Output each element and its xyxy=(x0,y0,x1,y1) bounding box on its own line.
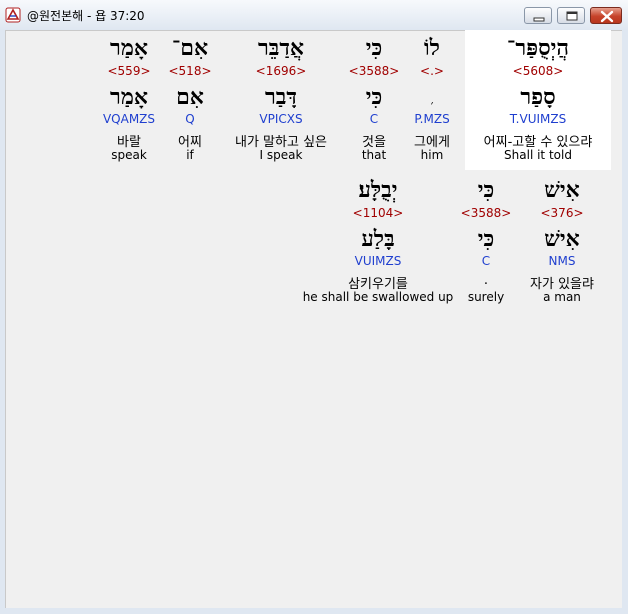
hebrew-word[interactable]: כִּי xyxy=(478,177,495,203)
hebrew-lemma: ׳ xyxy=(430,98,434,111)
hebrew-lemma: אִישׁ xyxy=(544,226,580,252)
close-button[interactable] xyxy=(590,7,622,24)
morphology-code[interactable]: Q xyxy=(185,112,194,126)
english-gloss: speak xyxy=(111,148,147,162)
hebrew-word[interactable]: אִישׁ xyxy=(544,177,579,203)
close-icon xyxy=(600,10,614,23)
app-icon[interactable] xyxy=(5,7,21,23)
title-bar: @원전본해 - 욥 37:20 xyxy=(0,0,628,31)
english-gloss: surely xyxy=(467,290,505,304)
hebrew-lemma: אִם xyxy=(176,84,204,110)
window-frame-right xyxy=(622,30,628,614)
morphology-code[interactable]: C xyxy=(370,112,378,126)
morphology-code[interactable]: NMS xyxy=(549,254,576,268)
maximize-button[interactable] xyxy=(557,7,585,24)
minimize-icon xyxy=(533,17,545,22)
english-gloss: him xyxy=(420,148,444,162)
hebrew-lemma: אָמַר xyxy=(110,84,148,110)
maximize-icon xyxy=(566,11,578,21)
hebrew-word[interactable]: אִם־ xyxy=(172,35,208,61)
morphology-code[interactable]: P.MZS xyxy=(414,112,449,126)
strong-number[interactable]: <518> xyxy=(168,64,211,78)
english-gloss: a man xyxy=(543,290,581,304)
strong-number[interactable]: <1696> xyxy=(256,64,307,78)
english-gloss: that xyxy=(361,148,387,162)
english-gloss: he shall be swallowed up xyxy=(302,290,454,304)
strong-number[interactable]: <5608> xyxy=(513,64,564,78)
strong-number[interactable]: <.> xyxy=(420,64,444,78)
hebrew-word[interactable]: כִּי xyxy=(366,35,383,61)
morphology-code[interactable]: VUIMZS xyxy=(355,254,402,268)
english-gloss: I speak xyxy=(259,148,303,162)
english-gloss: Shall it told xyxy=(504,148,572,162)
strong-number[interactable]: <3588> xyxy=(349,64,400,78)
hebrew-lemma: כִּי xyxy=(365,84,383,110)
strong-number[interactable]: <559> xyxy=(107,64,150,78)
hebrew-lemma: בָּלַע xyxy=(361,226,395,252)
strong-number[interactable]: <1104> xyxy=(353,206,404,220)
morphology-code[interactable]: C xyxy=(482,254,490,268)
window-title: @원전본해 - 욥 37:20 xyxy=(27,9,145,23)
hebrew-word[interactable]: אֲדַבֵּר xyxy=(258,35,304,61)
hebrew-word[interactable]: הֲיְסֻפַּר־ xyxy=(507,35,569,61)
strong-number[interactable]: <3588> xyxy=(461,206,512,220)
hebrew-lemma: כִּי xyxy=(477,226,495,252)
hebrew-word[interactable]: לוֹ xyxy=(424,35,440,61)
morphology-code[interactable]: T.VUIMZS xyxy=(510,112,566,126)
korean-gloss: . xyxy=(483,273,489,288)
morphology-code[interactable]: VPICXS xyxy=(259,112,302,126)
hebrew-word[interactable]: אָמַר xyxy=(110,35,148,61)
strong-number[interactable]: <376> xyxy=(540,206,583,220)
hebrew-word[interactable]: יְבֻלָּע׃ xyxy=(358,177,397,203)
window-frame-bottom xyxy=(0,608,628,614)
english-gloss: if xyxy=(186,148,194,162)
hebrew-lemma: דָּבַר xyxy=(265,84,297,110)
hebrew-lemma: סָפַר xyxy=(520,84,556,110)
minimize-button[interactable] xyxy=(524,7,552,24)
morphology-code[interactable]: VQAMZS xyxy=(103,112,155,126)
